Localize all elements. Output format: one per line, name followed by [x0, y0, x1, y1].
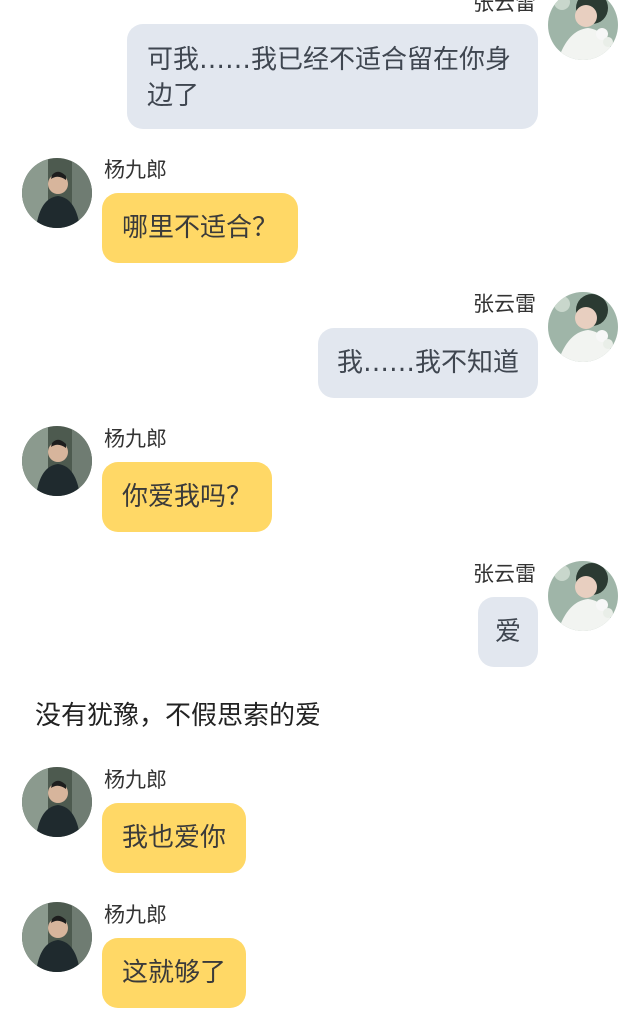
sender-name: 杨九郎 [104, 158, 167, 182]
message-bubble: 爱 [477, 597, 538, 667]
message-bubble: 哪里不适合？ [102, 193, 299, 263]
sender-name: 杨九郎 [104, 768, 167, 792]
sender-name: 杨九郎 [104, 427, 167, 451]
avatar-zhangyunlei-icon[interactable] [548, 292, 618, 362]
sender-name: 张云雷 [473, 292, 536, 316]
avatar-yangjiulang-icon[interactable] [22, 902, 92, 972]
narration-text: 没有犹豫，不假思索的爱 [35, 701, 322, 731]
message-bubble: 这就够了 [102, 938, 247, 1008]
chat-screen: 张云雷 可我……我已经不适合留在你身边了 杨九郎 哪里不适合？ 张云雷 我……我… [0, 0, 640, 1014]
avatar-yangjiulang-icon[interactable] [22, 158, 92, 228]
avatar-zhangyunlei-icon[interactable] [548, 0, 618, 60]
avatar-zhangyunlei-icon[interactable] [548, 561, 618, 631]
message-bubble: 可我……我已经不适合留在你身边了 [127, 24, 538, 129]
message-bubble: 我……我不知道 [317, 328, 538, 398]
avatar-yangjiulang-icon[interactable] [22, 767, 92, 837]
sender-name: 张云雷 [473, 0, 536, 15]
sender-name: 张云雷 [473, 562, 536, 586]
message-bubble: 我也爱你 [102, 803, 247, 873]
avatar-yangjiulang-icon[interactable] [22, 426, 92, 496]
sender-name: 杨九郎 [104, 903, 167, 927]
message-bubble: 你爱我吗？ [102, 462, 273, 532]
